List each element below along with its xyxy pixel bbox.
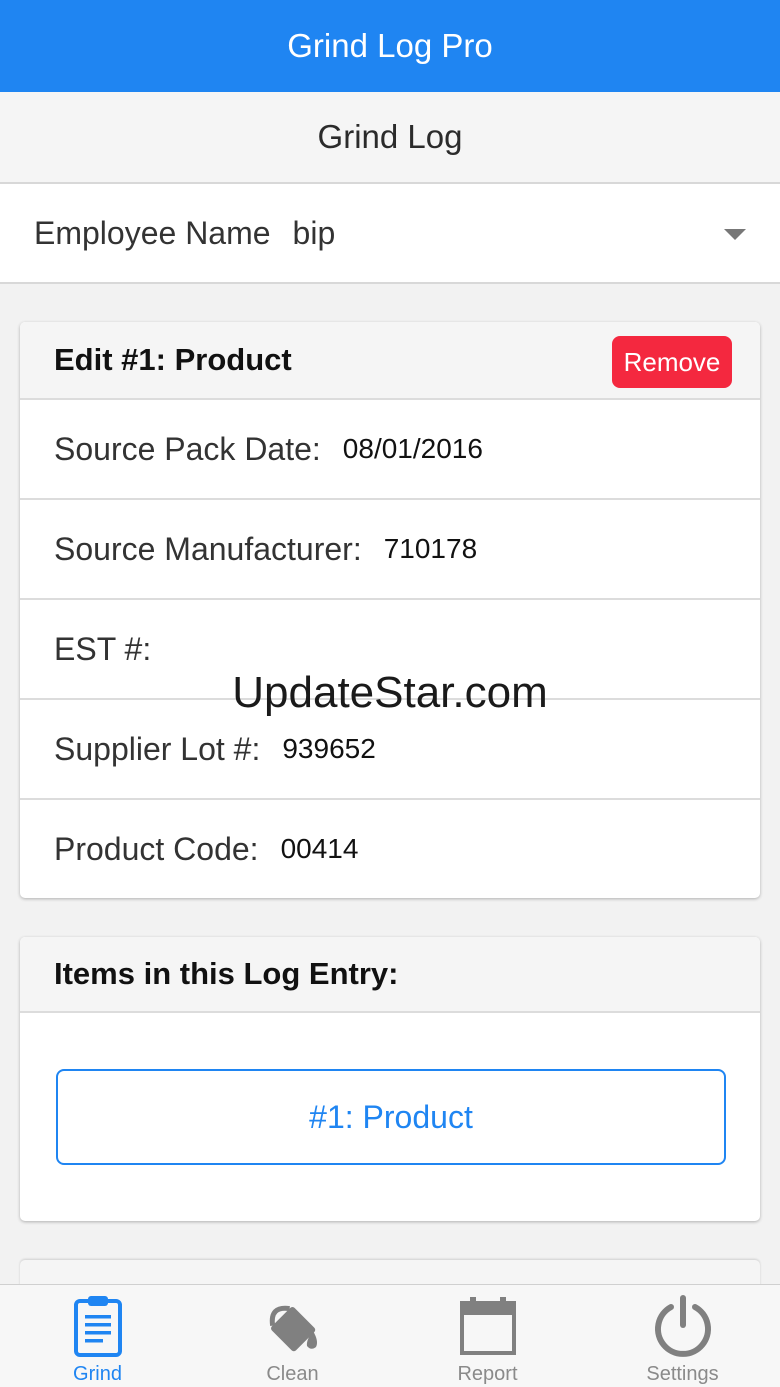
tab-report[interactable]: Report bbox=[390, 1285, 585, 1387]
tab-label: Report bbox=[457, 1363, 518, 1385]
app-bar: Grind Log Pro bbox=[0, 0, 780, 92]
edit-card-header: Edit #1: Product Remove bbox=[20, 322, 760, 398]
tab-bar: Grind Clean Report Settings bbox=[0, 1284, 780, 1387]
field-value: 939652 bbox=[282, 733, 376, 764]
field-value: 710178 bbox=[383, 533, 478, 564]
field-label: Supplier Lot #: bbox=[54, 730, 261, 767]
log-entry-items-card: Items in this Log Entry: #1: Product bbox=[20, 937, 760, 1221]
product-code-field[interactable]: Product Code: 00414 bbox=[20, 798, 760, 898]
items-card-title: Items in this Log Entry: bbox=[54, 956, 399, 991]
power-icon bbox=[654, 1295, 711, 1357]
tab-clean[interactable]: Clean bbox=[195, 1285, 390, 1387]
edit-product-card: Edit #1: Product Remove Source Pack Date… bbox=[20, 322, 760, 898]
employee-label: Employee Name bbox=[34, 214, 271, 251]
app-title: Grind Log Pro bbox=[287, 27, 493, 64]
clipboard-icon bbox=[73, 1296, 122, 1357]
tab-grind[interactable]: Grind bbox=[0, 1285, 195, 1387]
source-manufacturer-field[interactable]: Source Manufacturer: 710178 bbox=[20, 498, 760, 598]
tab-settings[interactable]: Settings bbox=[585, 1285, 780, 1387]
dropdown-arrow-icon bbox=[724, 229, 746, 240]
tab-label: Clean bbox=[266, 1363, 319, 1385]
field-label: Product Code: bbox=[54, 830, 259, 867]
est-number-field[interactable]: EST #: bbox=[20, 598, 760, 698]
field-label: EST #: bbox=[54, 630, 152, 667]
field-label: Source Manufacturer: bbox=[54, 530, 362, 567]
employee-value: bip bbox=[292, 214, 336, 251]
paint-bucket-icon bbox=[269, 1305, 317, 1352]
field-value: 00414 bbox=[280, 833, 359, 864]
source-pack-date-field[interactable]: Source Pack Date: 08/01/2016 bbox=[20, 398, 760, 498]
remove-button[interactable]: Remove bbox=[612, 336, 732, 388]
calendar-icon bbox=[459, 1297, 516, 1355]
field-value: 08/01/2016 bbox=[342, 433, 483, 464]
supplier-lot-field[interactable]: Supplier Lot #: 939652 bbox=[20, 698, 760, 798]
tab-label: Grind bbox=[73, 1363, 122, 1385]
page-header: Grind Log bbox=[0, 92, 780, 184]
edit-card-title: Edit #1: Product bbox=[54, 342, 292, 377]
field-label: Source Pack Date: bbox=[54, 430, 321, 467]
tab-label: Settings bbox=[646, 1363, 719, 1385]
page-title: Grind Log bbox=[317, 118, 463, 155]
log-item-button[interactable]: #1: Product bbox=[56, 1069, 726, 1165]
employee-select[interactable]: Employee Name bip bbox=[0, 184, 780, 284]
items-card-header: Items in this Log Entry: bbox=[20, 937, 760, 1013]
